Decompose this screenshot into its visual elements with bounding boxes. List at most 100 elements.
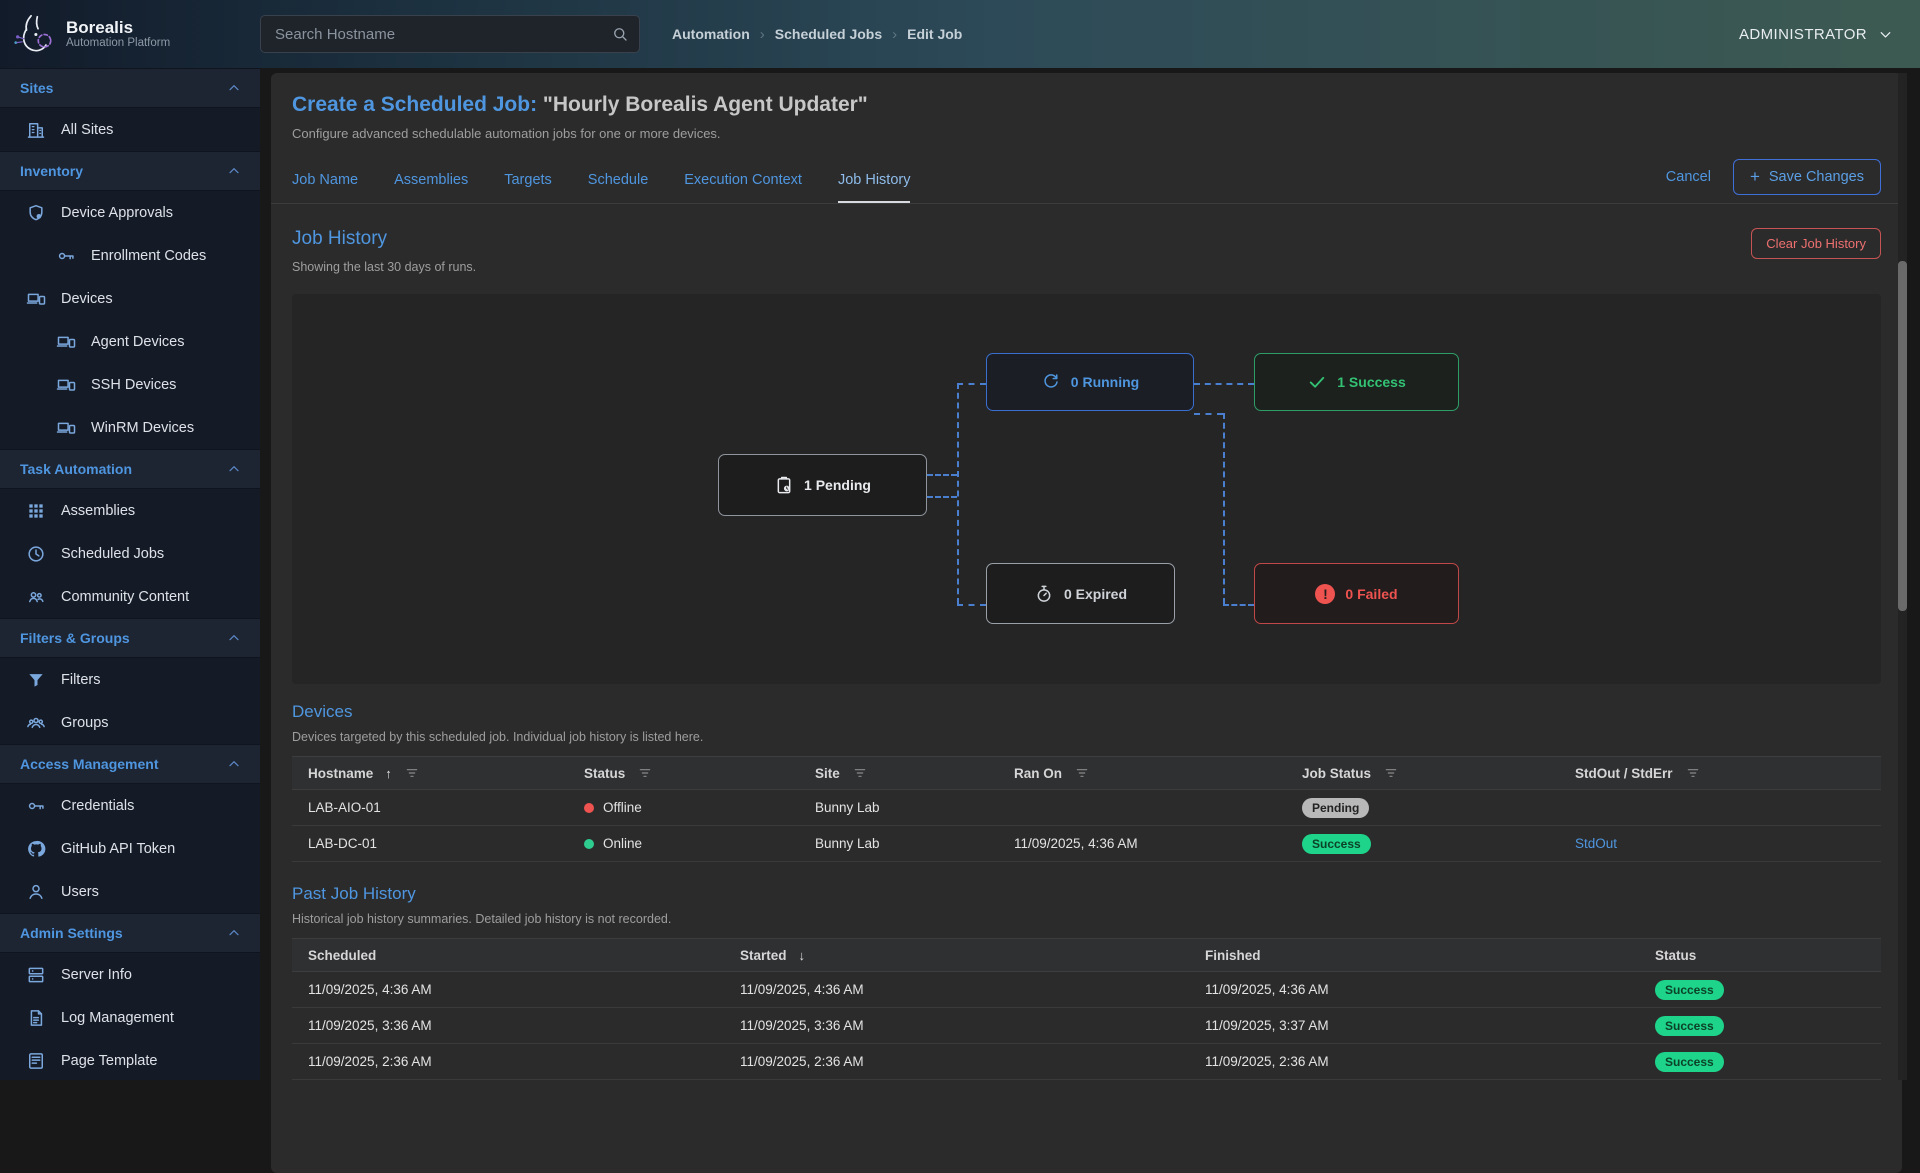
connector-line — [927, 496, 957, 498]
brand-logo-block[interactable]: Borealis Automation Platform — [0, 11, 260, 57]
page-subtitle: Configure advanced schedulable automatio… — [292, 126, 1881, 141]
tab-job-name[interactable]: Job Name — [292, 172, 358, 203]
filter-icon[interactable] — [1685, 765, 1701, 781]
header-actions: Cancel Save Changes — [1666, 159, 1881, 203]
status-cell: Success — [1655, 1052, 1865, 1072]
sidebar-item-page-template[interactable]: Page Template — [0, 1039, 260, 1082]
sidebar-item-label: GitHub API Token — [61, 841, 175, 857]
sidebar-section-access-management[interactable]: Access Management — [0, 744, 260, 784]
people-icon — [26, 587, 46, 607]
search-icon[interactable] — [611, 25, 629, 43]
user-menu[interactable]: ADMINISTRATOR — [1739, 26, 1920, 43]
tab-assemblies[interactable]: Assemblies — [394, 172, 468, 203]
job-history-section: Job History Showing the last 30 days of … — [271, 204, 1902, 684]
brand-name: Borealis — [66, 19, 170, 38]
sidebar-item-enrollment-codes[interactable]: Enrollment Codes — [0, 234, 260, 277]
sidebar-item-users[interactable]: Users — [0, 870, 260, 913]
sidebar-item-device-approvals[interactable]: Device Approvals — [0, 191, 260, 234]
cancel-button[interactable]: Cancel — [1666, 169, 1711, 185]
column-header-site[interactable]: Site — [815, 765, 1014, 781]
scrollbar-track[interactable] — [1898, 73, 1907, 1080]
error-icon — [1315, 584, 1335, 604]
sidebar-item-winrm-devices[interactable]: WinRM Devices — [0, 406, 260, 449]
devices-table: Hostname Status Site Ran On Job S — [292, 756, 1881, 862]
finished-cell: 11/09/2025, 2:36 AM — [1205, 1054, 1655, 1069]
filter-icon[interactable] — [1074, 765, 1090, 781]
card-header: Create a Scheduled Job: "Hourly Borealis… — [271, 73, 1902, 203]
column-header-hostname[interactable]: Hostname — [308, 765, 584, 781]
tab-execution-context[interactable]: Execution Context — [684, 172, 802, 203]
sidebar-section-sites[interactable]: Sites — [0, 68, 260, 108]
sidebar-item-ssh-devices[interactable]: SSH Devices — [0, 363, 260, 406]
filter-icon[interactable] — [1383, 765, 1399, 781]
breadcrumb-separator: › — [892, 26, 897, 43]
scrollbar-thumb[interactable] — [1898, 261, 1907, 611]
connector-line — [957, 383, 959, 604]
section-label: Admin Settings — [20, 925, 123, 941]
column-header-stdout-stderr[interactable]: StdOut / StdErr — [1575, 765, 1865, 781]
flow-node-failed[interactable]: 0 Failed — [1254, 563, 1459, 624]
sidebar-section-inventory[interactable]: Inventory — [0, 151, 260, 191]
column-header-started[interactable]: Started — [740, 948, 1205, 963]
sidebar-item-filters[interactable]: Filters — [0, 658, 260, 701]
column-header-finished[interactable]: Finished — [1205, 948, 1655, 963]
column-header-status[interactable]: Status — [1655, 948, 1865, 963]
building-icon — [26, 120, 46, 140]
breadcrumb-scheduled-jobs[interactable]: Scheduled Jobs — [775, 26, 882, 42]
sidebar-item-agent-devices[interactable]: Agent Devices — [0, 320, 260, 363]
table-row: 11/09/2025, 2:36 AM 11/09/2025, 2:36 AM … — [292, 1044, 1881, 1080]
column-header-scheduled[interactable]: Scheduled — [308, 948, 740, 963]
sidebar-item-credentials[interactable]: Credentials — [0, 784, 260, 827]
sidebar-item-label: Users — [61, 884, 99, 900]
sidebar-item-github-api-token[interactable]: GitHub API Token — [0, 827, 260, 870]
devices-icon — [56, 375, 76, 395]
key-icon — [56, 246, 76, 266]
site-cell: Bunny Lab — [815, 800, 1014, 815]
flow-node-expired[interactable]: 0 Expired — [986, 563, 1175, 624]
breadcrumb-edit-job[interactable]: Edit Job — [907, 26, 962, 42]
started-cell: 11/09/2025, 4:36 AM — [740, 982, 1205, 997]
sidebar-section-admin-settings[interactable]: Admin Settings — [0, 913, 260, 953]
sidebar-item-groups[interactable]: Groups — [0, 701, 260, 744]
sidebar-section-task-automation[interactable]: Task Automation — [0, 449, 260, 489]
funnel-icon — [26, 670, 46, 690]
filter-icon[interactable] — [404, 765, 420, 781]
flow-node-running[interactable]: 0 Running — [986, 353, 1194, 411]
clipboard-pending-icon — [774, 475, 794, 495]
save-changes-button[interactable]: Save Changes — [1733, 159, 1881, 195]
sidebar-item-assemblies[interactable]: Assemblies — [0, 489, 260, 532]
sidebar-item-community-content[interactable]: Community Content — [0, 575, 260, 618]
column-header-ran-on[interactable]: Ran On — [1014, 765, 1302, 781]
tab-job-history[interactable]: Job History — [838, 172, 911, 203]
search-input[interactable] — [275, 26, 611, 43]
flow-node-success[interactable]: 1 Success — [1254, 353, 1459, 411]
filter-icon[interactable] — [852, 765, 868, 781]
sidebar-item-label: WinRM Devices — [91, 420, 194, 436]
column-header-status[interactable]: Status — [584, 765, 815, 781]
devices-section: Devices Devices targeted by this schedul… — [271, 684, 1902, 862]
sidebar-item-devices[interactable]: Devices — [0, 277, 260, 320]
sort-ascending-icon — [385, 766, 392, 781]
page-title-job-name: "Hourly Borealis Agent Updater" — [537, 93, 868, 116]
column-label: StdOut / StdErr — [1575, 766, 1673, 781]
sidebar-item-log-management[interactable]: Log Management — [0, 996, 260, 1039]
tab-schedule[interactable]: Schedule — [588, 172, 648, 203]
filter-icon[interactable] — [637, 765, 653, 781]
sidebar-item-label: Scheduled Jobs — [61, 546, 164, 562]
sidebar-section-filters-groups[interactable]: Filters & Groups — [0, 618, 260, 658]
breadcrumb-automation[interactable]: Automation — [672, 26, 750, 42]
past-job-history-subtitle: Historical job history summaries. Detail… — [292, 912, 1881, 926]
stdout-link[interactable]: StdOut — [1575, 836, 1617, 851]
flow-node-pending[interactable]: 1 Pending — [718, 454, 927, 516]
sidebar-item-all-sites[interactable]: All Sites — [0, 108, 260, 151]
sidebar-item-scheduled-jobs[interactable]: Scheduled Jobs — [0, 532, 260, 575]
sidebar-item-server-info[interactable]: Server Info — [0, 953, 260, 996]
column-header-job-status[interactable]: Job Status — [1302, 765, 1575, 781]
page-title: Create a Scheduled Job: "Hourly Borealis… — [292, 93, 1881, 117]
devices-heading-block: Devices Devices targeted by this schedul… — [292, 684, 1881, 744]
tab-targets[interactable]: Targets — [504, 172, 552, 203]
clear-job-history-button[interactable]: Clear Job History — [1751, 228, 1881, 259]
site-cell: Bunny Lab — [815, 836, 1014, 851]
connector-line — [1194, 383, 1254, 385]
hostname-search[interactable] — [260, 15, 640, 53]
